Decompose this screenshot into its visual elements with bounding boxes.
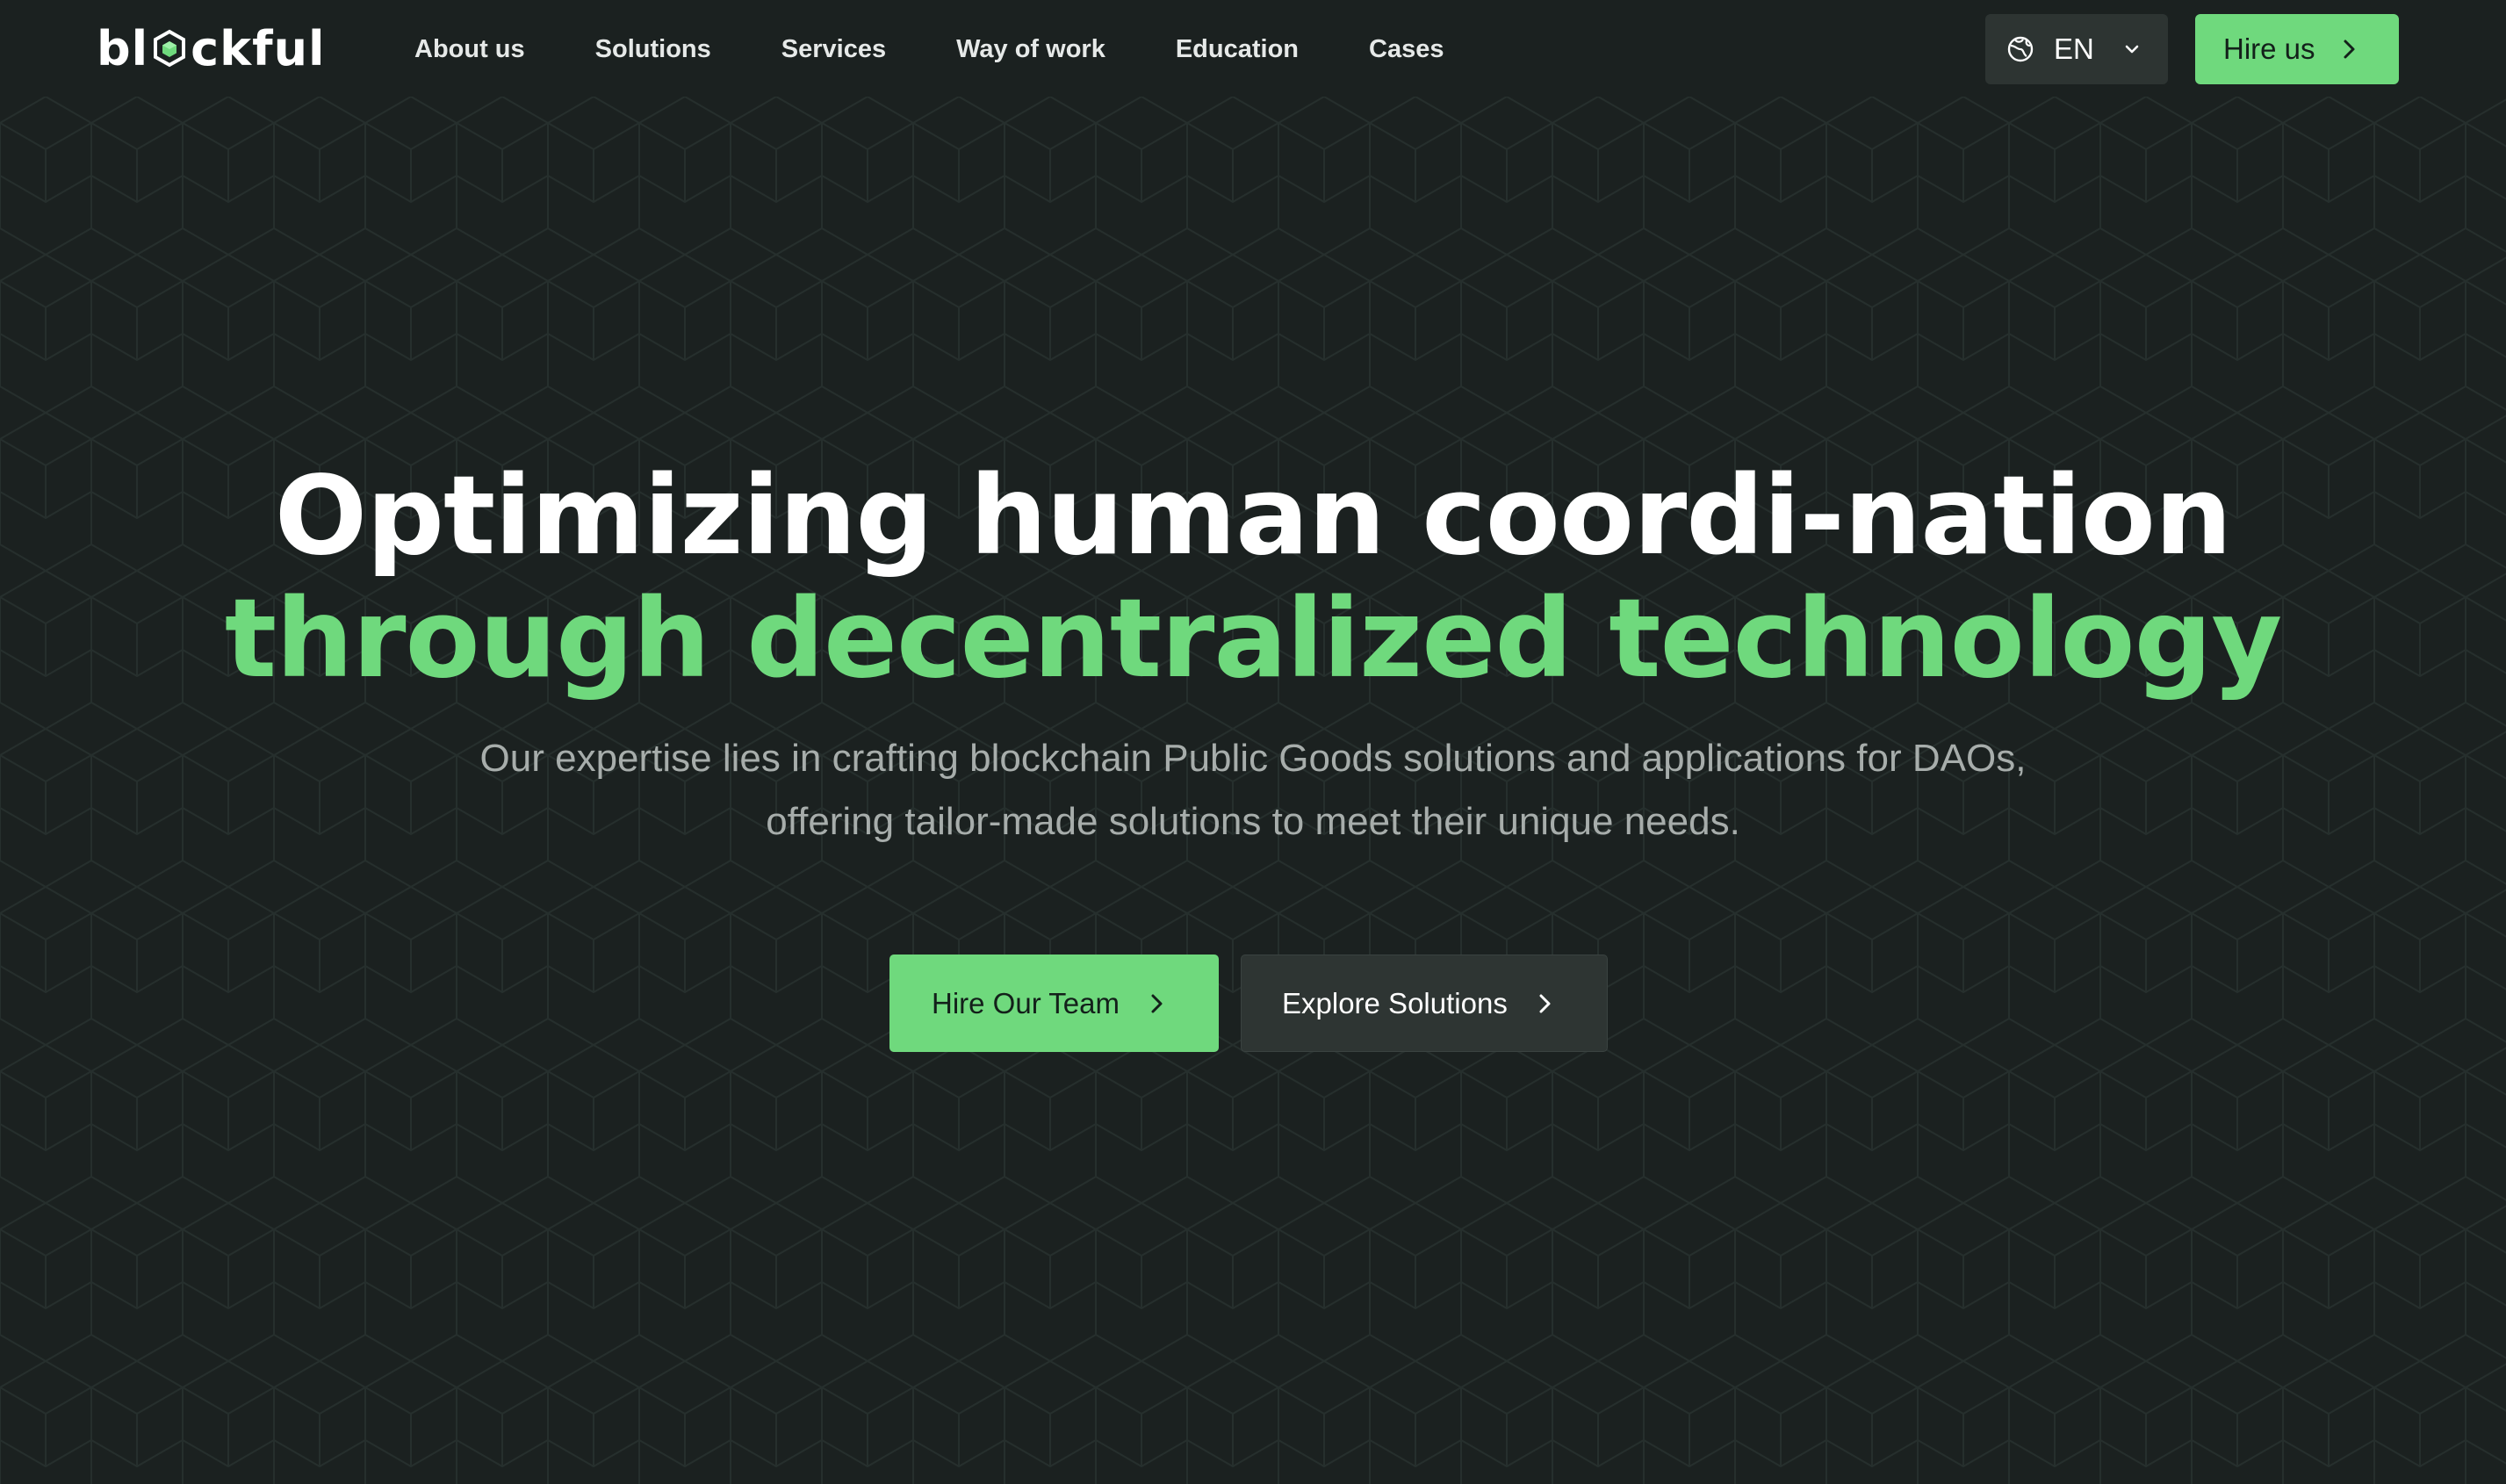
nav-item-about-us[interactable]: About us <box>414 35 525 64</box>
nav-item-way-of-work[interactable]: Way of work <box>956 35 1105 64</box>
hire-us-button[interactable]: Hire us <box>2195 14 2399 84</box>
chevron-down-icon <box>2125 45 2139 54</box>
site-header: bl ckful About us Solutions Services Way… <box>0 0 2506 97</box>
nav-item-services[interactable]: Services <box>781 35 886 64</box>
chevron-right-icon <box>1151 994 1163 1012</box>
logo-text-prefix: bl <box>97 20 149 76</box>
hero-title-line-2: through decentralized technology <box>224 576 2282 702</box>
cube-logo-icon <box>154 29 186 68</box>
brand-logo[interactable]: bl ckful <box>97 19 326 77</box>
language-selector[interactable]: EN <box>1985 14 2168 84</box>
hero-subtitle-line-2: offering tailor-made solutions to meet t… <box>766 800 1740 843</box>
explore-solutions-label: Explore Solutions <box>1282 986 1508 1019</box>
language-value: EN <box>2054 32 2094 65</box>
hero-title-line-1: Optimizing human coordi-nation <box>274 453 2232 580</box>
hero-subtitle-line-1: Our expertise lies in crafting blockchai… <box>479 737 2027 780</box>
globe-icon <box>2007 36 2034 62</box>
hire-our-team-button[interactable]: Hire Our Team <box>889 955 1219 1052</box>
nav-item-cases[interactable]: Cases <box>1369 35 1444 64</box>
chevron-right-icon <box>1539 994 1551 1012</box>
nav-item-education[interactable]: Education <box>1176 35 1299 64</box>
hire-us-label: Hire us <box>2223 32 2315 65</box>
hero-subtitle: Our expertise lies in crafting blockchai… <box>375 727 2131 854</box>
nav-item-solutions[interactable]: Solutions <box>595 35 711 64</box>
hire-our-team-label: Hire Our Team <box>932 986 1120 1019</box>
chevron-right-icon <box>2344 40 2355 59</box>
hero-title: Optimizing human coordi-nation through d… <box>0 455 2506 701</box>
main-nav: About us Solutions Services Way of work … <box>414 26 1514 72</box>
explore-solutions-button[interactable]: Explore Solutions <box>1241 955 1608 1052</box>
logo-text-suffix: ckful <box>191 20 326 76</box>
